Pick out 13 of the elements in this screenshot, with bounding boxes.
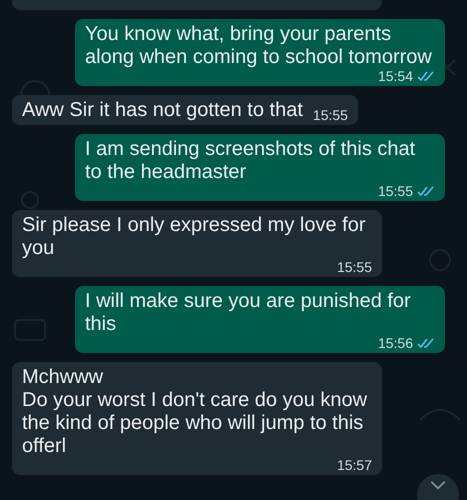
chevron-down-icon: [429, 480, 447, 490]
message-text: Mchwww Do your worst I don't care do you know the kind of people who will jump to this offerl: [22, 366, 368, 458]
message-text: You know what, bring your parents along when coming to school tomorrow: [85, 23, 433, 69]
message-text: Sir please I only expressed my love for you: [22, 214, 366, 260]
message-time: 15:57: [336, 458, 372, 472]
message-text: I am sending screenshots of this chat to the headmaster: [85, 138, 416, 184]
message-time: 15:56: [378, 336, 413, 350]
message-time: 15:54: [378, 69, 413, 83]
message-time: 15:55: [336, 260, 372, 274]
message-text: I will make sure you are punished for this: [85, 290, 412, 336]
message-text: Aww Sir it has not gotten to that: [22, 99, 303, 122]
message-time: 15:55: [312, 108, 348, 122]
message-time: 15:55: [378, 184, 413, 198]
